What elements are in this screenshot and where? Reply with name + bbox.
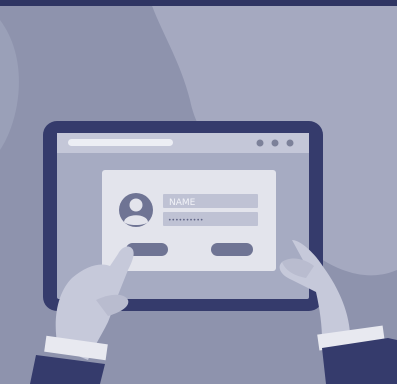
browser-dot-3 <box>286 139 294 147</box>
name-label: NAME <box>169 198 196 208</box>
password-mask: •••••••••• <box>168 217 203 224</box>
login-illustration: NAME •••••••••• <box>0 0 397 384</box>
avatar-head <box>129 198 143 212</box>
address-bar <box>68 139 173 146</box>
top-bar <box>0 0 397 6</box>
right-button[interactable] <box>211 243 253 256</box>
browser-dot-2 <box>271 139 279 147</box>
browser-dot-1 <box>256 139 264 147</box>
illustration-canvas: NAME •••••••••• <box>0 0 397 384</box>
